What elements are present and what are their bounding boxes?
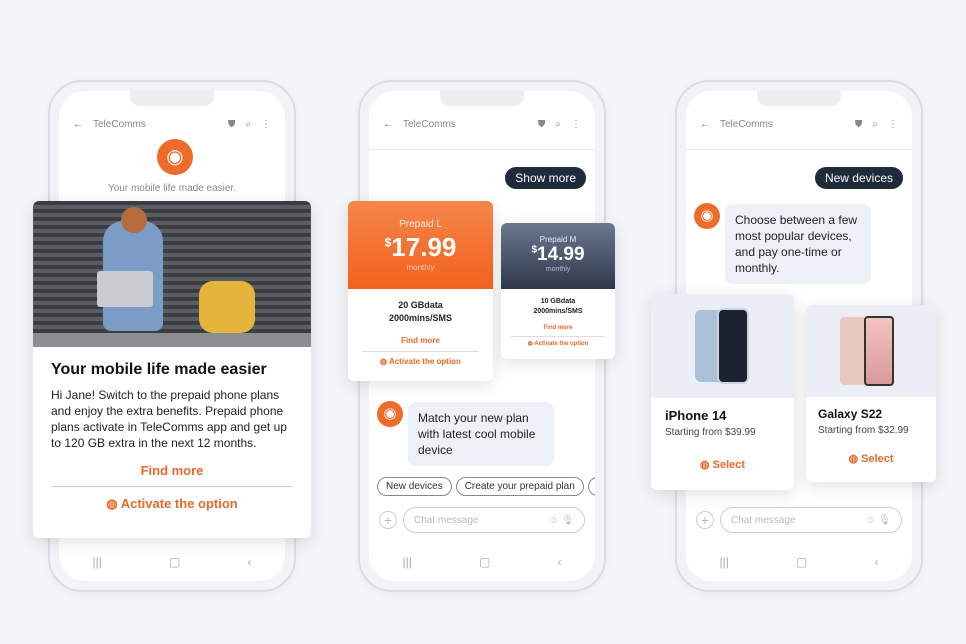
add-icon[interactable]: +	[379, 511, 397, 529]
home-icon[interactable]: ▢	[169, 555, 180, 569]
chat-input[interactable]: Chat message ☺ 🎙	[403, 507, 585, 533]
bot-message: Choose between a few most popular device…	[725, 204, 871, 284]
activate-option-button[interactable]: ◍ Activate the option	[362, 355, 479, 368]
app-title: TeleComms	[403, 118, 456, 130]
app-title: TeleComms	[93, 118, 146, 130]
shield-icon[interactable]: ⛊	[228, 119, 236, 130]
find-more-link[interactable]: Find more	[511, 323, 605, 337]
globe-icon: ◍	[106, 496, 118, 511]
plan-card-prepaid-m: Prepaid M $14.99 monthly 10 GBdata 2000m…	[501, 223, 615, 359]
device-name: iPhone 14	[665, 408, 727, 423]
galaxy-image	[806, 305, 936, 397]
tagline: Your mobile life made easier.	[107, 183, 237, 194]
mic-icon[interactable]: 🎙	[878, 515, 891, 526]
bot-avatar-icon: ◉	[377, 401, 403, 427]
emoji-icon[interactable]: ☺	[548, 515, 558, 526]
chip-new-devices[interactable]: New devices	[377, 477, 452, 496]
promo-image	[33, 201, 311, 347]
plan-price: 14.99	[537, 244, 585, 265]
chip-create-plan[interactable]: Create your prepaid plan	[455, 477, 584, 496]
activate-option-button[interactable]: ◍ Activate the option	[511, 339, 605, 349]
activate-option-button[interactable]: ◍ Activate the option	[51, 496, 293, 512]
select-button[interactable]: ◍ Select	[665, 458, 780, 471]
plan-data: 20 GBdata	[398, 300, 443, 310]
plan-data: 10 GBdata	[540, 298, 576, 305]
chat-bar: + Chat message ☺ 🎙	[696, 507, 902, 533]
notch	[757, 91, 841, 106]
select-label: Select	[861, 453, 894, 465]
chat-bar: + Chat message ☺ 🎙	[379, 507, 585, 533]
app-bar: ← TeleComms ⛊ ⌕ ⋮	[73, 115, 271, 133]
app-bar: ← TeleComms ⛊ ⌕ ⋮	[383, 115, 581, 133]
device-price: Starting from $32.99	[818, 425, 909, 436]
card-body: Hi Jane! Switch to the prepaid phone pla…	[51, 388, 287, 450]
plan-price: 17.99	[391, 232, 457, 262]
shield-icon[interactable]: ⛊	[855, 119, 863, 130]
recents-icon[interactable]: |||	[720, 555, 729, 569]
plan-period: monthly	[545, 266, 571, 273]
promo-card: Your mobile life made easier Hi Jane! Sw…	[33, 201, 311, 538]
recents-icon[interactable]: |||	[93, 555, 102, 569]
plan-period: monthly	[406, 263, 435, 272]
divider	[369, 149, 595, 150]
app-bar: ← TeleComms ⛊ ⌕ ⋮	[700, 115, 898, 133]
bot-avatar-icon: ◉	[694, 203, 720, 229]
plan-mins: 2000mins/SMS	[388, 313, 453, 323]
more-icon[interactable]: ⋮	[888, 119, 898, 130]
device-card-iphone-14: iPhone 14 Starting from $39.99 ◍ Select	[651, 294, 794, 490]
shield-icon[interactable]: ⛊	[538, 119, 546, 130]
nav-bar: ||| ▢ ‹	[686, 555, 912, 569]
activate-label: Activate the option	[388, 357, 461, 366]
chat-placeholder: Chat message	[414, 514, 479, 526]
chip-more[interactable]: C	[587, 477, 595, 496]
more-icon[interactable]: ⋮	[571, 119, 581, 130]
activate-label: Activate the option	[534, 341, 589, 347]
search-icon[interactable]: ⌕	[555, 119, 561, 130]
plan-mins: 2000mins/SMS	[533, 308, 583, 315]
iphone-image	[651, 294, 794, 398]
find-more-link[interactable]: Find more	[362, 334, 479, 352]
suggestion-chips: New devices Create your prepaid plan C	[377, 477, 595, 496]
telecomms-logo-icon: ◉	[157, 139, 193, 175]
show-more-button[interactable]: Show more	[505, 167, 586, 189]
plan-name: Prepaid M	[539, 235, 577, 244]
add-icon[interactable]: +	[696, 511, 714, 529]
back-icon[interactable]: ←	[383, 119, 393, 130]
card-title: Your mobile life made easier	[51, 361, 267, 378]
notch	[130, 91, 214, 106]
find-more-link[interactable]: Find more	[51, 463, 293, 487]
select-button[interactable]: ◍ Select	[818, 452, 924, 465]
device-card-galaxy-s22: Galaxy S22 Starting from $32.99 ◍ Select	[806, 305, 936, 482]
back-icon[interactable]: ←	[73, 119, 83, 130]
new-devices-button[interactable]: New devices	[814, 167, 903, 189]
plan-name: Prepaid L	[399, 219, 442, 230]
home-icon[interactable]: ▢	[796, 555, 807, 569]
home-icon[interactable]: ▢	[479, 555, 490, 569]
nav-bar: ||| ▢ ‹	[369, 555, 595, 569]
bot-message: Match your new plan with latest cool mob…	[408, 402, 554, 466]
chat-placeholder: Chat message	[731, 514, 796, 526]
search-icon[interactable]: ⌕	[245, 119, 251, 130]
nav-bar: ||| ▢ ‹	[59, 555, 285, 569]
recents-icon[interactable]: |||	[403, 555, 412, 569]
mic-icon[interactable]: 🎙	[561, 515, 574, 526]
divider	[686, 149, 912, 150]
notch	[440, 91, 524, 106]
device-name: Galaxy S22	[818, 407, 883, 421]
back-nav-icon[interactable]: ‹	[874, 555, 878, 569]
back-nav-icon[interactable]: ‹	[247, 555, 251, 569]
back-nav-icon[interactable]: ‹	[557, 555, 561, 569]
activate-label: Activate the option	[120, 496, 238, 511]
emoji-icon[interactable]: ☺	[865, 515, 875, 526]
app-title: TeleComms	[720, 118, 773, 130]
device-price: Starting from $39.99	[665, 427, 756, 438]
back-icon[interactable]: ←	[700, 119, 710, 130]
search-icon[interactable]: ⌕	[872, 119, 878, 130]
chat-input[interactable]: Chat message ☺ 🎙	[720, 507, 902, 533]
more-icon[interactable]: ⋮	[261, 119, 271, 130]
plan-card-prepaid-l: Prepaid L $17.99 monthly 20 GBdata 2000m…	[348, 201, 493, 381]
select-label: Select	[712, 459, 746, 471]
